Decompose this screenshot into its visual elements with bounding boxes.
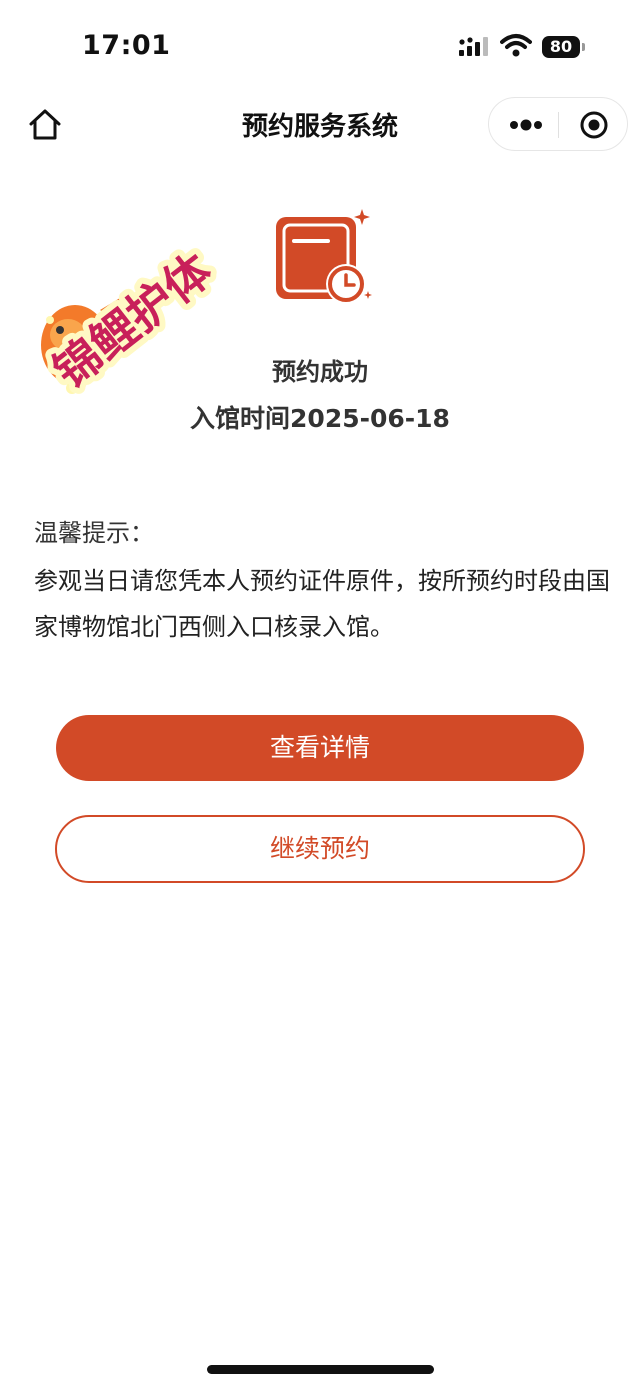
battery-level: 80 — [549, 37, 573, 56]
tips-heading: 温馨提示： — [34, 519, 154, 547]
cellular-signal-icon — [459, 37, 488, 56]
mini-program-capsule — [488, 97, 628, 151]
wifi-icon — [500, 34, 532, 57]
home-indicator — [207, 1365, 434, 1374]
entry-time: 入馆时间2025-06-18 — [190, 404, 450, 433]
tips-body: 参观当日请您凭本人预约证件原件，按所预约时段由国家博物馆北门西侧入口核录入馆。 — [34, 567, 610, 641]
capsule-divider — [558, 112, 559, 138]
view-details-button[interactable]: 查看详情 — [56, 715, 584, 781]
close-program-icon[interactable] — [579, 110, 609, 140]
more-icon[interactable] — [509, 115, 543, 135]
success-title: 预约成功 — [272, 358, 368, 386]
battery-indicator: 80 — [542, 36, 586, 58]
status-time: 17:01 — [82, 30, 171, 61]
continue-booking-button[interactable]: 继续预约 — [55, 815, 585, 883]
calendar-clock-icon — [276, 209, 372, 304]
